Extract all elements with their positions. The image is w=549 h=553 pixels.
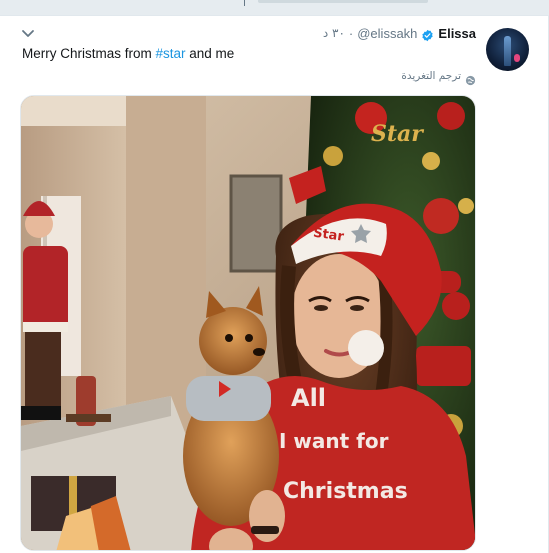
tweet-text-end: and me (185, 46, 235, 61)
tweet-text: Merry Christmas from #star and me (22, 46, 234, 61)
tweet-card[interactable]: Elissa @elissakh · ٣٠ د Merry Christmas … (0, 16, 549, 553)
timeline-top-bar (0, 0, 549, 16)
translate-label: ترجم التغريدة (401, 70, 461, 82)
tweet-timestamp[interactable]: ٣٠ د (323, 26, 345, 40)
hashtag-link[interactable]: #star (156, 46, 186, 61)
header-separator: · (348, 25, 354, 41)
chevron-down-icon[interactable] (20, 28, 36, 40)
translate-tweet-link[interactable]: ترجم التغريدة (401, 70, 476, 85)
avatar[interactable] (486, 28, 529, 71)
avatar-figure (504, 36, 511, 66)
tweet-header: Elissa @elissakh · ٣٠ د (323, 24, 476, 42)
display-name[interactable]: Elissa (438, 26, 476, 41)
top-divider-tick (244, 0, 245, 6)
sweater-text-line-3: Christmas (283, 479, 408, 504)
sweater-text-line-1: All (291, 384, 326, 412)
tree-star-ornament: Star (371, 121, 424, 147)
avatar-ribbon (514, 54, 520, 62)
tweet-text-start: Merry Christmas from (22, 46, 156, 61)
top-scroll-strip (258, 0, 428, 3)
user-handle[interactable]: @elissakh (357, 26, 417, 41)
globe-icon (465, 71, 476, 85)
tweet-photo[interactable]: Star Star All I want for Christmas (20, 95, 476, 551)
verified-badge-icon (421, 27, 434, 41)
sweater-text-line-2: I want for (279, 429, 389, 453)
